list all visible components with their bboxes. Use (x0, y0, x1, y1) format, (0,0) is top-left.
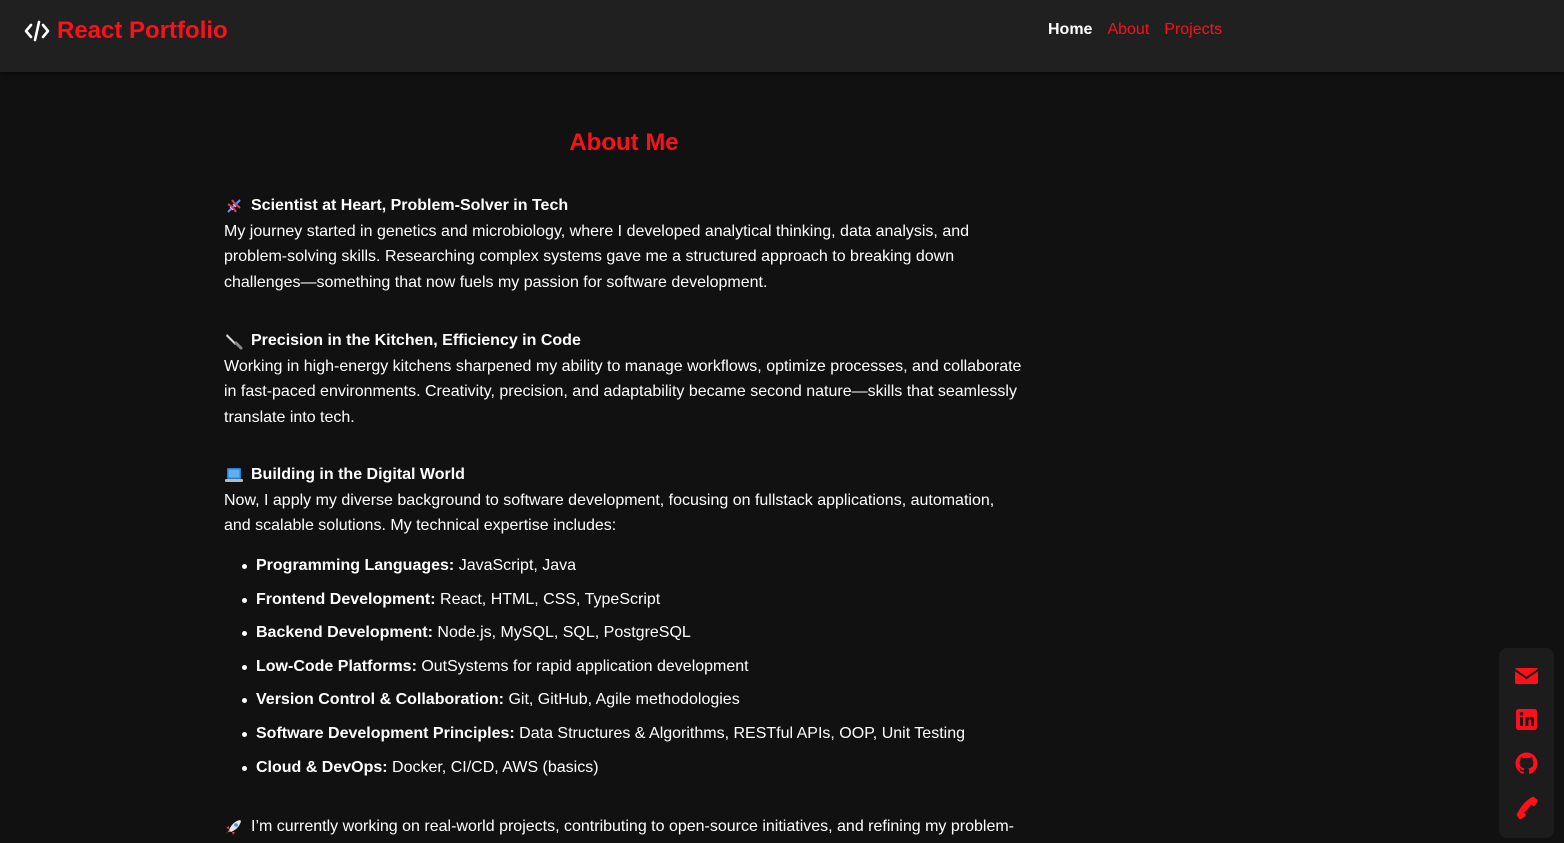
skill-label: Backend Development: (256, 624, 433, 642)
nav-projects[interactable]: Projects (1164, 20, 1222, 40)
section-title: Scientist at Heart, Problem-Solver in Te… (251, 197, 569, 214)
skill-label: Software Development Principles: (256, 724, 515, 742)
brand-title: React Portfolio (57, 17, 228, 44)
section-text-line: in fast-paced environments. Creativity, … (224, 383, 1017, 400)
section-digital: Building in the Digital World Now, I app… (224, 462, 1024, 539)
dna-icon (227, 199, 241, 213)
list-item: Low-Code Platforms: OutSystems for rapid… (242, 655, 965, 689)
section-heading: Precision in the Kitchen, Efficiency in … (224, 328, 1024, 354)
section-title: Building in the Digital World (251, 466, 465, 483)
envelope-icon[interactable] (1513, 662, 1540, 689)
list-item: Software Development Principles: Data St… (242, 722, 965, 756)
linkedin-icon[interactable] (1513, 706, 1540, 733)
page-title: About Me (569, 129, 679, 156)
skill-value: Data Structures & Algorithms, RESTful AP… (514, 724, 965, 742)
section-text-line: Working in high-energy kitchens sharpene… (224, 357, 1022, 375)
closing-line: I’m currently working on real-world proj… (224, 814, 1024, 840)
skill-value: React, HTML, CSS, TypeScript (435, 590, 661, 608)
skill-value: Docker, CI/CD, AWS (basics) (387, 758, 599, 776)
brand-link[interactable]: React Portfolio (24, 14, 228, 48)
section-text-line: translate into tech. (224, 408, 355, 426)
skills-list: Programming Languages: JavaScript, Java … (224, 554, 965, 789)
skill-label: Frontend Development: (256, 590, 436, 608)
phone-icon[interactable] (1513, 794, 1540, 821)
skill-label: Low-Code Platforms: (256, 657, 417, 675)
nav-about[interactable]: About (1107, 20, 1149, 40)
closing-text: I’m currently working on real-world proj… (251, 818, 1014, 835)
list-item: Backend Development: Node.js, MySQL, SQL… (242, 621, 965, 655)
github-icon[interactable] (1513, 750, 1540, 777)
section-kitchen: Precision in the Kitchen, Efficiency in … (224, 328, 1024, 430)
list-item: Version Control & Collaboration: Git, Gi… (242, 688, 965, 722)
section-text-line: problem-solving skills. Researching comp… (224, 248, 955, 265)
skill-label: Version Control & Collaboration: (256, 691, 505, 709)
list-item: Cloud & DevOps: Docker, CI/CD, AWS (basi… (242, 756, 965, 790)
section-text-line: Now, I apply my diverse background to so… (224, 491, 995, 509)
knife-icon (226, 333, 243, 350)
laptop-icon (225, 467, 243, 482)
list-item: Frontend Development: React, HTML, CSS, … (242, 588, 965, 622)
nav-home[interactable]: Home (1048, 20, 1092, 40)
rocket-icon (226, 819, 241, 835)
list-item: Programming Languages: JavaScript, Java (242, 554, 965, 588)
navbar: React Portfolio Home About Projects (0, 0, 1564, 72)
skill-value: JavaScript, Java (454, 557, 577, 574)
skill-value: Node.js, MySQL, SQL, PostgreSQL (432, 624, 691, 642)
section-heading: Building in the Digital World (224, 462, 1024, 488)
section-text-line: and scalable solutions. My technical exp… (224, 517, 617, 534)
section-text-line: My journey started in genetics and micro… (224, 222, 970, 240)
skill-label: Programming Languages: (256, 557, 455, 574)
section-heading: Scientist at Heart, Problem-Solver in Te… (224, 193, 1024, 219)
social-bar (1499, 648, 1554, 838)
section-scientist: Scientist at Heart, Problem-Solver in Te… (224, 193, 1024, 295)
section-text-line: challenges—something that now fuels my p… (224, 273, 768, 291)
skill-value: Git, GitHub, Agile methodologies (504, 691, 740, 709)
code-icon (24, 20, 50, 42)
skill-value: OutSystems for rapid application develop… (416, 657, 749, 675)
section-title: Precision in the Kitchen, Efficiency in … (251, 332, 581, 349)
skill-label: Cloud & DevOps: (256, 758, 388, 776)
nav-links: Home About Projects (1048, 20, 1222, 40)
